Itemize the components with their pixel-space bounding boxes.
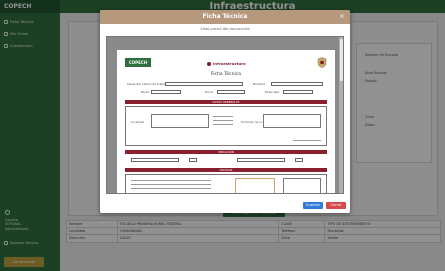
pdf-line	[213, 120, 233, 121]
pdf-section-band: CROQUIS	[125, 168, 327, 172]
pdf-field-box	[295, 158, 303, 162]
close-icon[interactable]: ×	[338, 13, 346, 21]
pdf-title: Ficha Técnica	[210, 72, 242, 77]
pdf-section-band: DATOS GENERALES	[125, 100, 327, 104]
pdf-field-box	[189, 158, 197, 162]
pdf-field-label: Turno	[205, 90, 214, 94]
pdf-photo-box	[283, 178, 321, 193]
pdf-field-box	[237, 158, 285, 162]
pdf-field-label: Nombre	[253, 82, 265, 86]
pdf-field-box	[131, 158, 179, 162]
pdf-line	[131, 180, 211, 181]
pdf-org-name: Infraestructura	[207, 61, 246, 66]
state-seal-icon	[317, 57, 327, 68]
pdf-page: COPECH Infraestructura Ficha Técnica Cla…	[117, 50, 335, 193]
pdf-field-box	[283, 89, 313, 94]
pdf-org-label: Infraestructura	[213, 61, 246, 66]
pdf-field-box	[151, 114, 209, 128]
modal-subtitle: Vista previa del documento	[200, 27, 250, 31]
pdf-field-label: Localidad	[131, 120, 145, 124]
pdf-field-box	[263, 114, 321, 128]
pdf-line	[131, 188, 211, 189]
org-emblem-icon	[207, 61, 211, 66]
modal-header: Ficha Técnica ×	[100, 10, 350, 24]
pdf-line	[213, 124, 233, 125]
pdf-line	[131, 184, 211, 185]
pdf-field-box	[217, 89, 245, 94]
pdf-viewer[interactable]: COPECH Infraestructura Ficha Técnica Cla…	[106, 36, 344, 194]
pdf-preview-modal: Ficha Técnica × Vista previa del documen…	[100, 10, 350, 213]
scrollbar-thumb[interactable]	[339, 39, 343, 81]
pdf-field-label: Nivel	[141, 90, 149, 94]
modal-title: Ficha Técnica	[202, 13, 248, 20]
pdf-field-label: Clave del centro de trabajo	[127, 82, 168, 86]
pdf-line	[213, 116, 233, 117]
close-button[interactable]: Cerrar	[326, 202, 346, 209]
pdf-field-box	[165, 81, 243, 86]
pdf-field-box	[151, 89, 181, 94]
save-button[interactable]: Guardar	[303, 202, 323, 209]
pdf-field-box	[271, 81, 323, 86]
pdf-map-box	[235, 178, 275, 193]
scrollbar[interactable]	[339, 37, 343, 193]
pdf-section-band: UBICACIÓN	[125, 150, 327, 154]
pdf-field-label: Municipio	[265, 90, 280, 94]
pdf-line	[293, 140, 321, 141]
pdf-logo: COPECH	[125, 58, 151, 67]
